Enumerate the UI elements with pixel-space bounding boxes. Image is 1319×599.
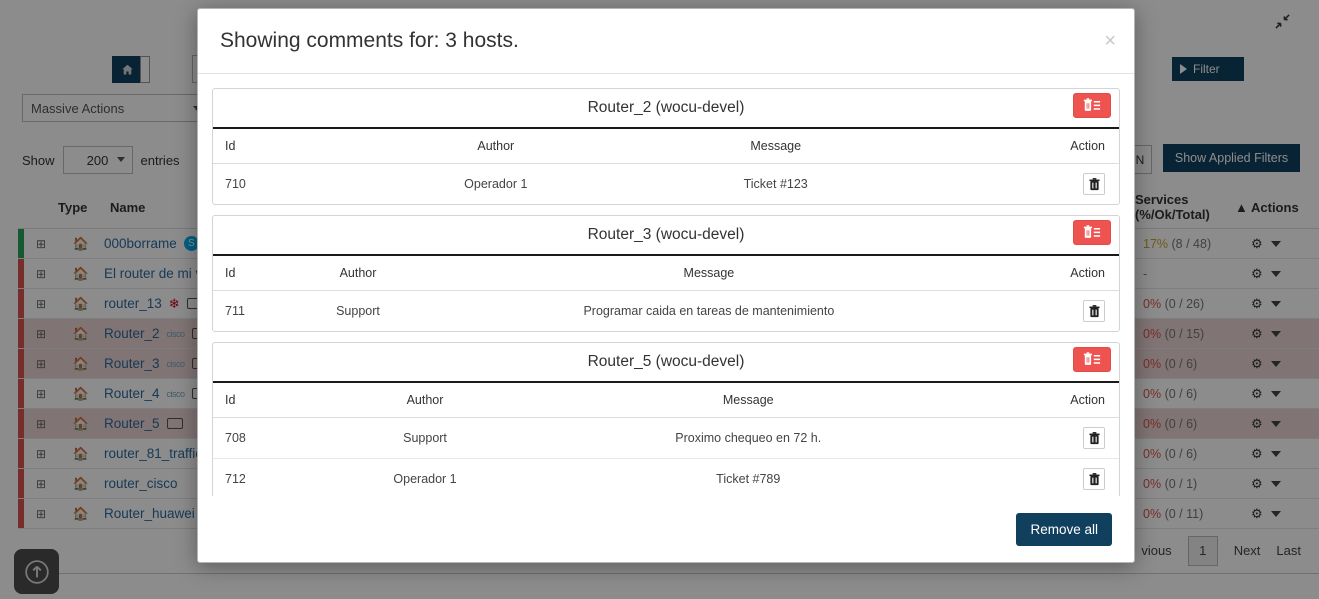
column-header-id: Id (213, 256, 297, 291)
column-header-message: Message (529, 383, 968, 418)
host-comments-card: Router_3 (wocu-devel) Id Author Message Acti… (212, 215, 1120, 332)
column-header-action: Action (916, 129, 1119, 164)
card-header: Router_3 (wocu-devel) (213, 216, 1119, 256)
card-header: Router_2 (wocu-devel) (213, 89, 1119, 129)
modal-title: Showing comments for: 3 hosts. (220, 29, 519, 52)
comment-message: Ticket #789 (716, 472, 781, 486)
comment-author: Operador 1 (464, 177, 528, 191)
trash-list-icon (1083, 225, 1101, 240)
screen: Filter Massive Actions Show 200 entries … (0, 0, 1319, 599)
table-header-row: Id Author Message Action (213, 129, 1119, 164)
column-header-action: Action (967, 383, 1119, 418)
table-header-row: Id Author Message Action (213, 383, 1119, 418)
comments-table: Id Author Message Action 711 Support Programar… (213, 256, 1119, 331)
delete-all-comments-button[interactable] (1073, 220, 1111, 245)
column-header-action: Action (998, 256, 1119, 291)
trash-icon (1088, 431, 1100, 445)
comments-table: Id Author Message Action 708 Support Proximo c… (213, 383, 1119, 496)
modal-header: Showing comments for: 3 hosts. × (198, 9, 1134, 74)
card-title: Router_2 (wocu-devel) (587, 99, 745, 116)
comment-id: 708 (213, 417, 321, 459)
table-row: 711 Support Programar caida en tareas de m… (213, 291, 1119, 332)
delete-comment-button[interactable] (1083, 427, 1105, 449)
close-icon[interactable]: × (1104, 31, 1116, 51)
column-header-id: Id (213, 383, 321, 418)
table-row: 712 Operador 1 Ticket #789 (213, 459, 1119, 497)
delete-comment-button[interactable] (1083, 300, 1105, 322)
comment-author: Operador 1 (393, 472, 457, 486)
table-row: 708 Support Proximo chequeo en 72 h. (213, 417, 1119, 459)
trash-icon (1088, 472, 1100, 486)
trash-list-icon (1083, 352, 1101, 367)
comment-message: Proximo chequeo en 72 h. (529, 417, 968, 459)
column-header-author: Author (296, 256, 420, 291)
comment-id: 712 (225, 472, 246, 486)
card-title: Router_3 (wocu-devel) (587, 226, 745, 243)
comment-message: Programar caida en tareas de mantenimien… (583, 304, 835, 318)
comment-message: Ticket #123 (743, 177, 808, 191)
trash-list-icon (1083, 98, 1101, 113)
delete-comment-button[interactable] (1083, 468, 1105, 490)
host-comments-card: Router_2 (wocu-devel) Id Author Message Acti… (212, 88, 1120, 205)
host-comments-card: Router_5 (wocu-devel) Id Author Message Acti… (212, 342, 1120, 496)
card-title: Router_5 (wocu-devel) (587, 353, 745, 370)
column-header-author: Author (320, 383, 530, 418)
modal-footer: Remove all (198, 496, 1134, 562)
table-row: 710 Operador 1 Ticket #123 (213, 164, 1119, 205)
column-header-id: Id (213, 129, 357, 164)
remove-all-button[interactable]: Remove all (1016, 512, 1112, 546)
column-header-message: Message (419, 256, 999, 291)
card-header: Router_5 (wocu-devel) (213, 343, 1119, 383)
trash-icon (1088, 304, 1100, 318)
column-header-message: Message (634, 129, 917, 164)
delete-comment-button[interactable] (1083, 173, 1105, 195)
trash-icon (1088, 177, 1100, 191)
comment-author: Support (336, 304, 380, 318)
delete-all-comments-button[interactable] (1073, 93, 1111, 118)
delete-all-comments-button[interactable] (1073, 347, 1111, 372)
comment-author: Support (320, 417, 530, 459)
table-header-row: Id Author Message Action (213, 256, 1119, 291)
comment-id: 711 (225, 304, 245, 318)
comments-table: Id Author Message Action 710 Operador 1 Ticket… (213, 129, 1119, 204)
column-header-author: Author (356, 129, 635, 164)
comments-modal: Showing comments for: 3 hosts. × Router_… (197, 8, 1135, 563)
comment-id: 710 (225, 177, 246, 191)
modal-body: Router_2 (wocu-devel) Id Author Message Acti… (198, 74, 1134, 496)
